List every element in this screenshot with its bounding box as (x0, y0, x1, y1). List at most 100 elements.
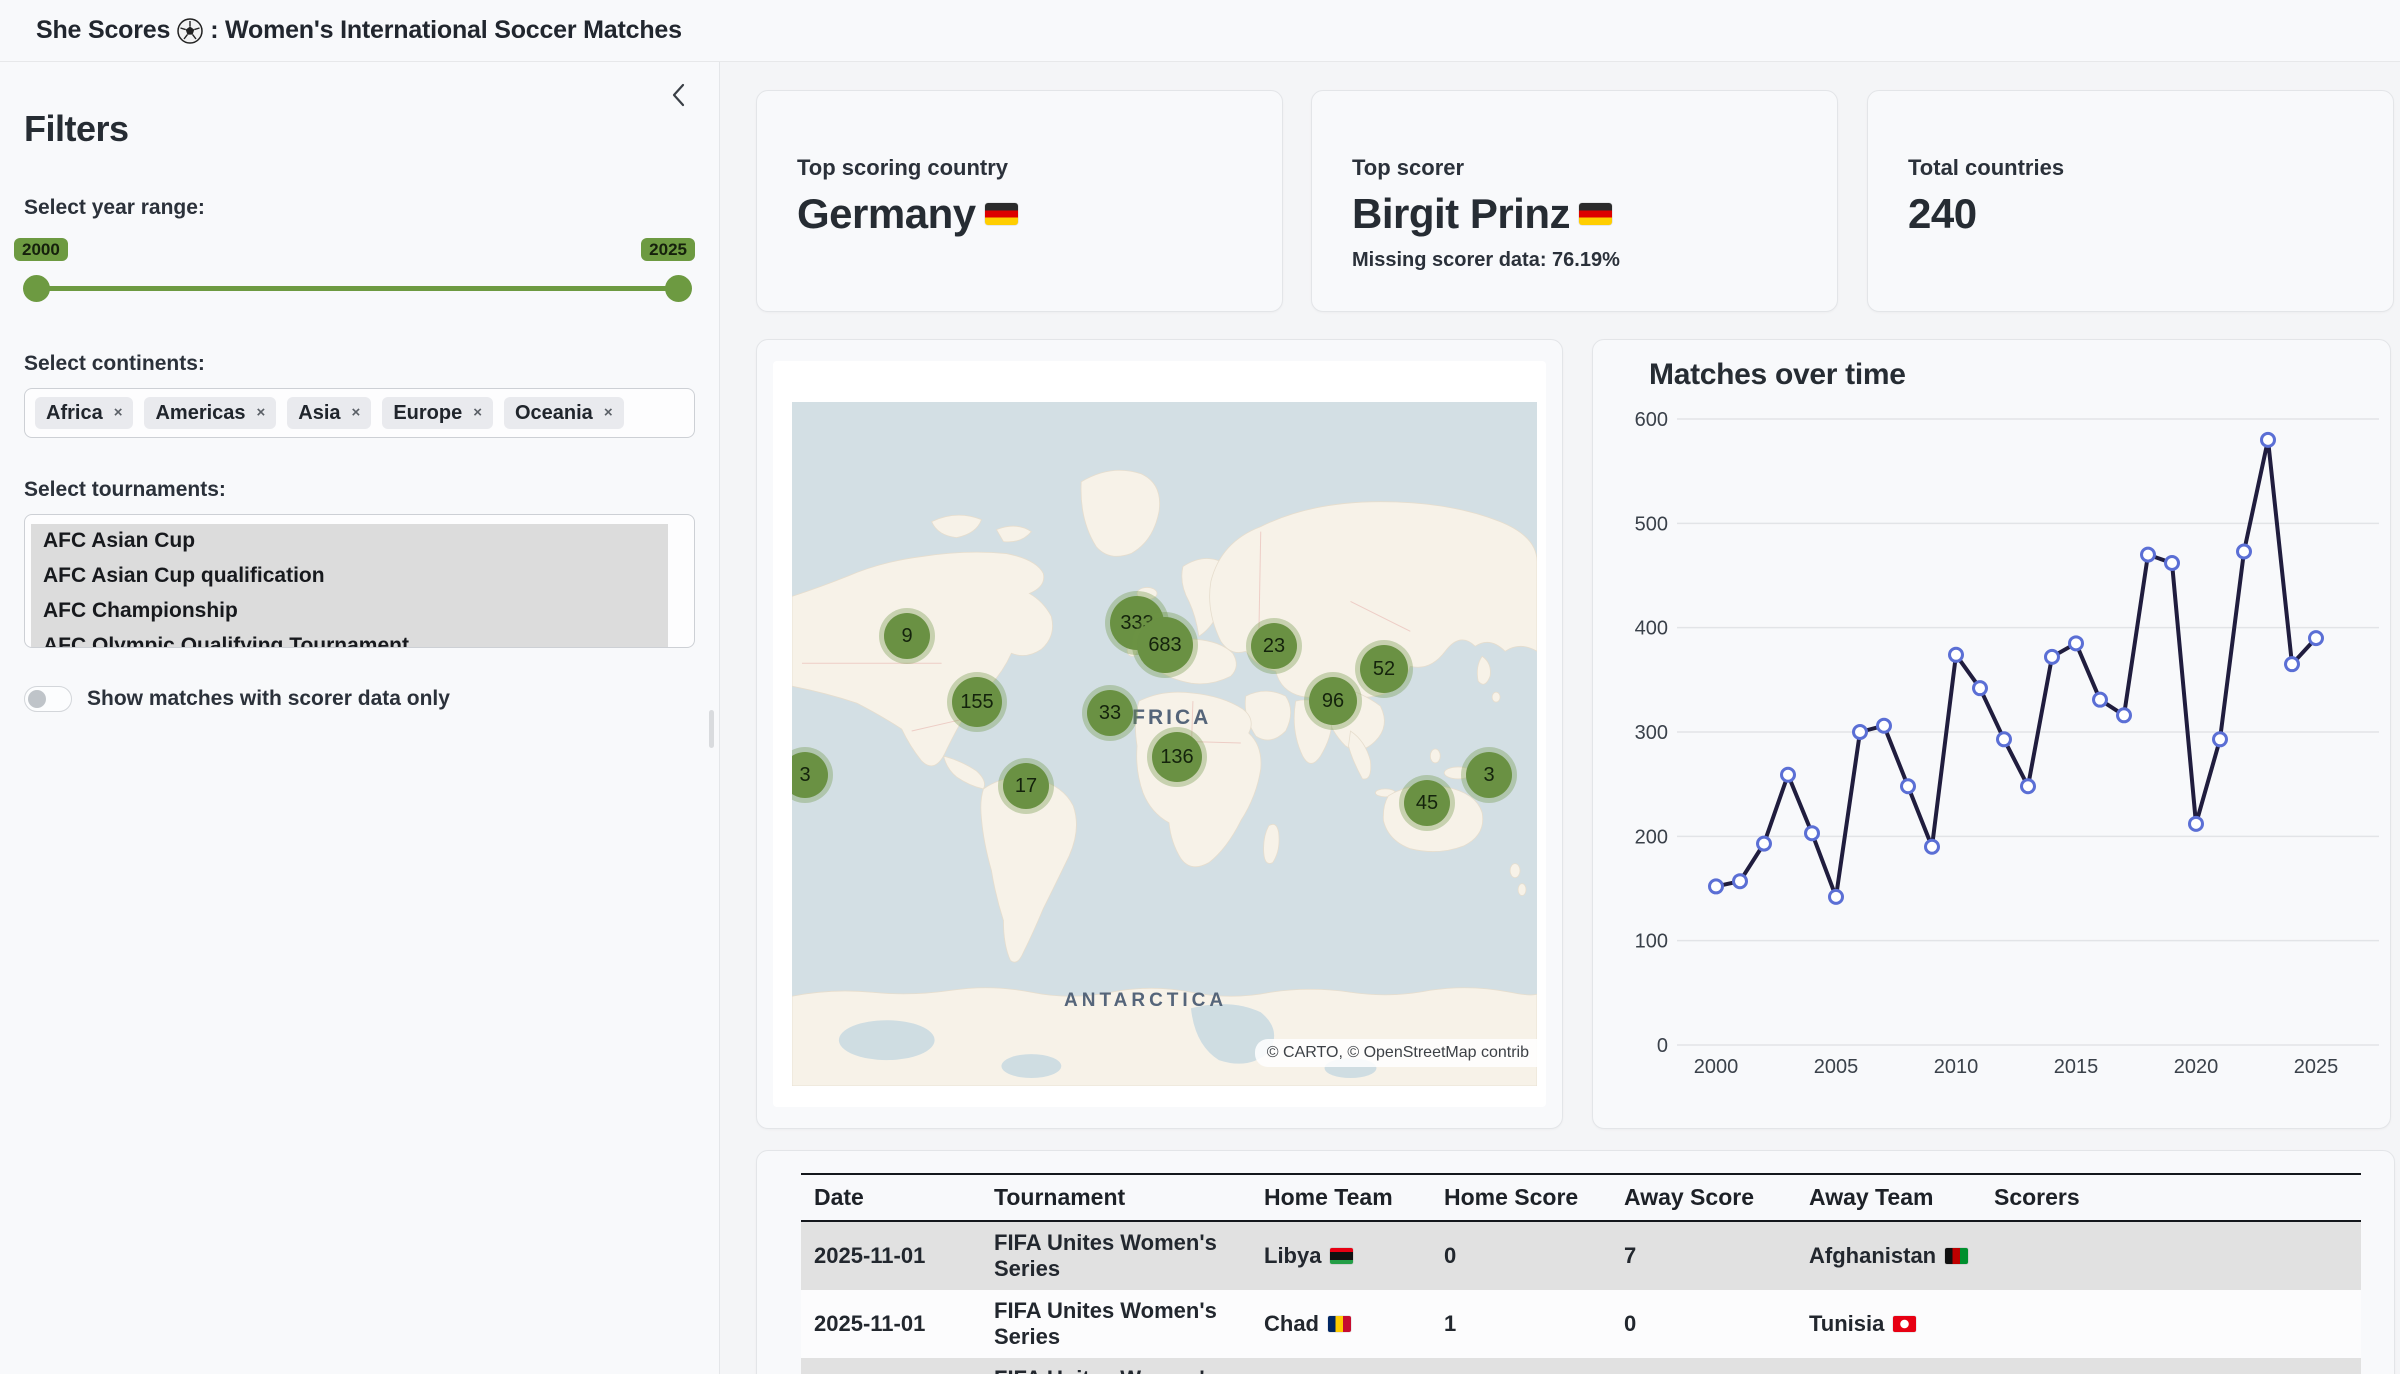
map-cluster-marker[interactable]: 96 (1309, 677, 1357, 725)
table-cell: 2025-11-01 (801, 1221, 981, 1290)
scorer-toggle-label: Show matches with scorer data only (87, 687, 450, 711)
chart-data-point (2142, 548, 2155, 561)
continent-tag[interactable]: Americas× (144, 397, 276, 429)
matches-table: DateTournamentHome TeamHome ScoreAway Sc… (801, 1173, 2361, 1374)
table-header-row: DateTournamentHome TeamHome ScoreAway Sc… (801, 1174, 2361, 1221)
remove-tag-icon[interactable]: × (473, 405, 482, 422)
app-header: She Scores : Women's International Socce… (0, 0, 2400, 62)
toggle-knob-icon (28, 690, 46, 708)
year-range-slider: 2000 2025 (0, 234, 719, 312)
chart-xtick-label: 2025 (2294, 1056, 2339, 1078)
chart-xtick-label: 2015 (2054, 1056, 2099, 1078)
stat-value: 240 (1908, 190, 2393, 238)
remove-tag-icon[interactable]: × (352, 405, 361, 422)
table-cell (1981, 1290, 2361, 1358)
chart-data-point (1902, 780, 1915, 793)
matches-table-card: DateTournamentHome TeamHome ScoreAway Sc… (756, 1150, 2395, 1374)
continent-tag[interactable]: Europe × (382, 397, 493, 429)
slider-handle-max[interactable] (665, 275, 692, 302)
map-cluster-marker[interactable]: 683 (1137, 617, 1193, 673)
map-attribution[interactable]: © CARTO, © OpenStreetMap contrib (1255, 1039, 1537, 1067)
chart-data-point (2286, 658, 2299, 671)
chart-xtick-label: 2010 (1934, 1056, 1979, 1078)
sidebar-scrollbar-thumb[interactable] (709, 710, 714, 748)
tournament-option[interactable]: AFC Olympic Qualifying Tournament (31, 629, 668, 648)
sidebar: Filters Select year range: 2000 2025 Sel… (0, 62, 720, 1374)
world-map[interactable]: AFRICA ANTARCTICA © CARTO, © OpenStreetM… (792, 402, 1537, 1086)
table-row: 2025-11-01FIFA Unites Women's SeriesChad… (801, 1290, 2361, 1358)
chart-ytick-label: 200 (1635, 826, 1668, 848)
table-header-cell: Home Team (1251, 1174, 1431, 1221)
table-cell: FIFA Unites Women's Series (981, 1221, 1251, 1290)
chart-ytick-label: 100 (1635, 931, 1668, 953)
map-cluster-marker[interactable]: 3 (1466, 752, 1512, 798)
year-range-label: Select year range: (24, 196, 719, 220)
top-scorer-value: Birgit Prinz (1352, 190, 1570, 238)
ly-flag-icon (1330, 1248, 1353, 1264)
scorer-data-toggle[interactable] (24, 686, 72, 712)
continent-tag[interactable]: Africa× (35, 397, 133, 429)
tournaments-listbox[interactable]: AFC Asian CupAFC Asian Cup qualification… (24, 514, 695, 648)
stat-label: Top scorer (1352, 155, 1837, 181)
filters-heading: Filters (24, 108, 719, 150)
tn-flag-icon (1893, 1316, 1916, 1332)
chart-ytick-label: 600 (1635, 409, 1668, 431)
slider-track[interactable] (36, 286, 679, 291)
table-cell: Chad (1251, 1290, 1431, 1358)
remove-tag-icon[interactable]: × (114, 405, 123, 422)
collapse-sidebar-button[interactable] (669, 82, 687, 111)
remove-tag-icon[interactable]: × (604, 405, 613, 422)
table-cell: 0 (1611, 1358, 1796, 1374)
continent-tag[interactable]: Oceania × (504, 397, 624, 429)
map-frame: AFRICA ANTARCTICA © CARTO, © OpenStreetM… (773, 361, 1546, 1107)
map-cluster-marker[interactable]: 136 (1152, 732, 1202, 782)
chart-data-point (2094, 693, 2107, 706)
table-header-cell: Scorers (1981, 1174, 2361, 1221)
chart-data-point (2310, 632, 2323, 645)
continent-tag-label: Oceania (515, 402, 593, 424)
map-cluster-marker[interactable]: 155 (952, 677, 1002, 727)
af-flag-icon (1945, 1248, 1968, 1264)
table-header-cell: Away Team (1796, 1174, 1981, 1221)
stat-label: Top scoring country (797, 155, 1282, 181)
map-cluster-marker[interactable]: 33 (1087, 690, 1133, 736)
chart-data-point (1950, 648, 1963, 661)
table-cell: Tunisia (1796, 1290, 1981, 1358)
table-cell: 0 (1431, 1221, 1611, 1290)
chart-data-point (2214, 733, 2227, 746)
scorer-toggle-row: Show matches with scorer data only (24, 686, 719, 712)
map-cluster-marker[interactable]: 52 (1360, 645, 1408, 693)
continent-tag[interactable]: Asia× (287, 397, 371, 429)
chart-data-point (2238, 545, 2251, 558)
table-cell: Afghanistan (1796, 1358, 1981, 1374)
continents-multiselect[interactable]: Africa× Americas× Asia× Europe × Oceania × (24, 388, 695, 438)
team-name: Afghanistan (1809, 1243, 1936, 1269)
chart-data-point (1710, 880, 1723, 893)
remove-tag-icon[interactable]: × (257, 405, 266, 422)
map-cluster-marker[interactable]: 45 (1404, 780, 1450, 826)
chart-xtick-label: 2005 (1814, 1056, 1859, 1078)
map-cluster-marker[interactable]: 9 (884, 613, 930, 659)
map-label-antarctica: ANTARCTICA (1064, 990, 1227, 1012)
map-cluster-marker[interactable]: 23 (1251, 623, 1297, 669)
td-flag-icon (1328, 1316, 1351, 1332)
total-countries-value: 240 (1908, 190, 1977, 238)
chart-data-point (1878, 719, 1891, 732)
table-cell: 0 (1611, 1290, 1796, 1358)
table-cell: Libya (1251, 1221, 1431, 1290)
slider-handle-min[interactable] (23, 275, 50, 302)
tournament-option[interactable]: AFC Asian Cup (31, 524, 668, 559)
continent-tag-label: Europe (393, 402, 462, 424)
stat-value: Germany (797, 190, 1282, 238)
team-name: Chad (1264, 1311, 1319, 1337)
chart-data-point (2046, 650, 2059, 663)
missing-scorer-note: Missing scorer data: 76.19% (1352, 249, 1837, 272)
chart-data-point (1758, 837, 1771, 850)
map-cluster-marker[interactable]: 17 (1003, 763, 1049, 809)
table-row: 2025-11-01FIFA Unites Women's SeriesLiby… (801, 1221, 2361, 1290)
chart-data-point (1734, 875, 1747, 888)
tournament-option[interactable]: AFC Championship (31, 594, 668, 629)
chart-data-point (2166, 556, 2179, 569)
stat-card-top-scoring-country: Top scoring country Germany (756, 90, 1283, 312)
tournament-option[interactable]: AFC Asian Cup qualification (31, 559, 668, 594)
